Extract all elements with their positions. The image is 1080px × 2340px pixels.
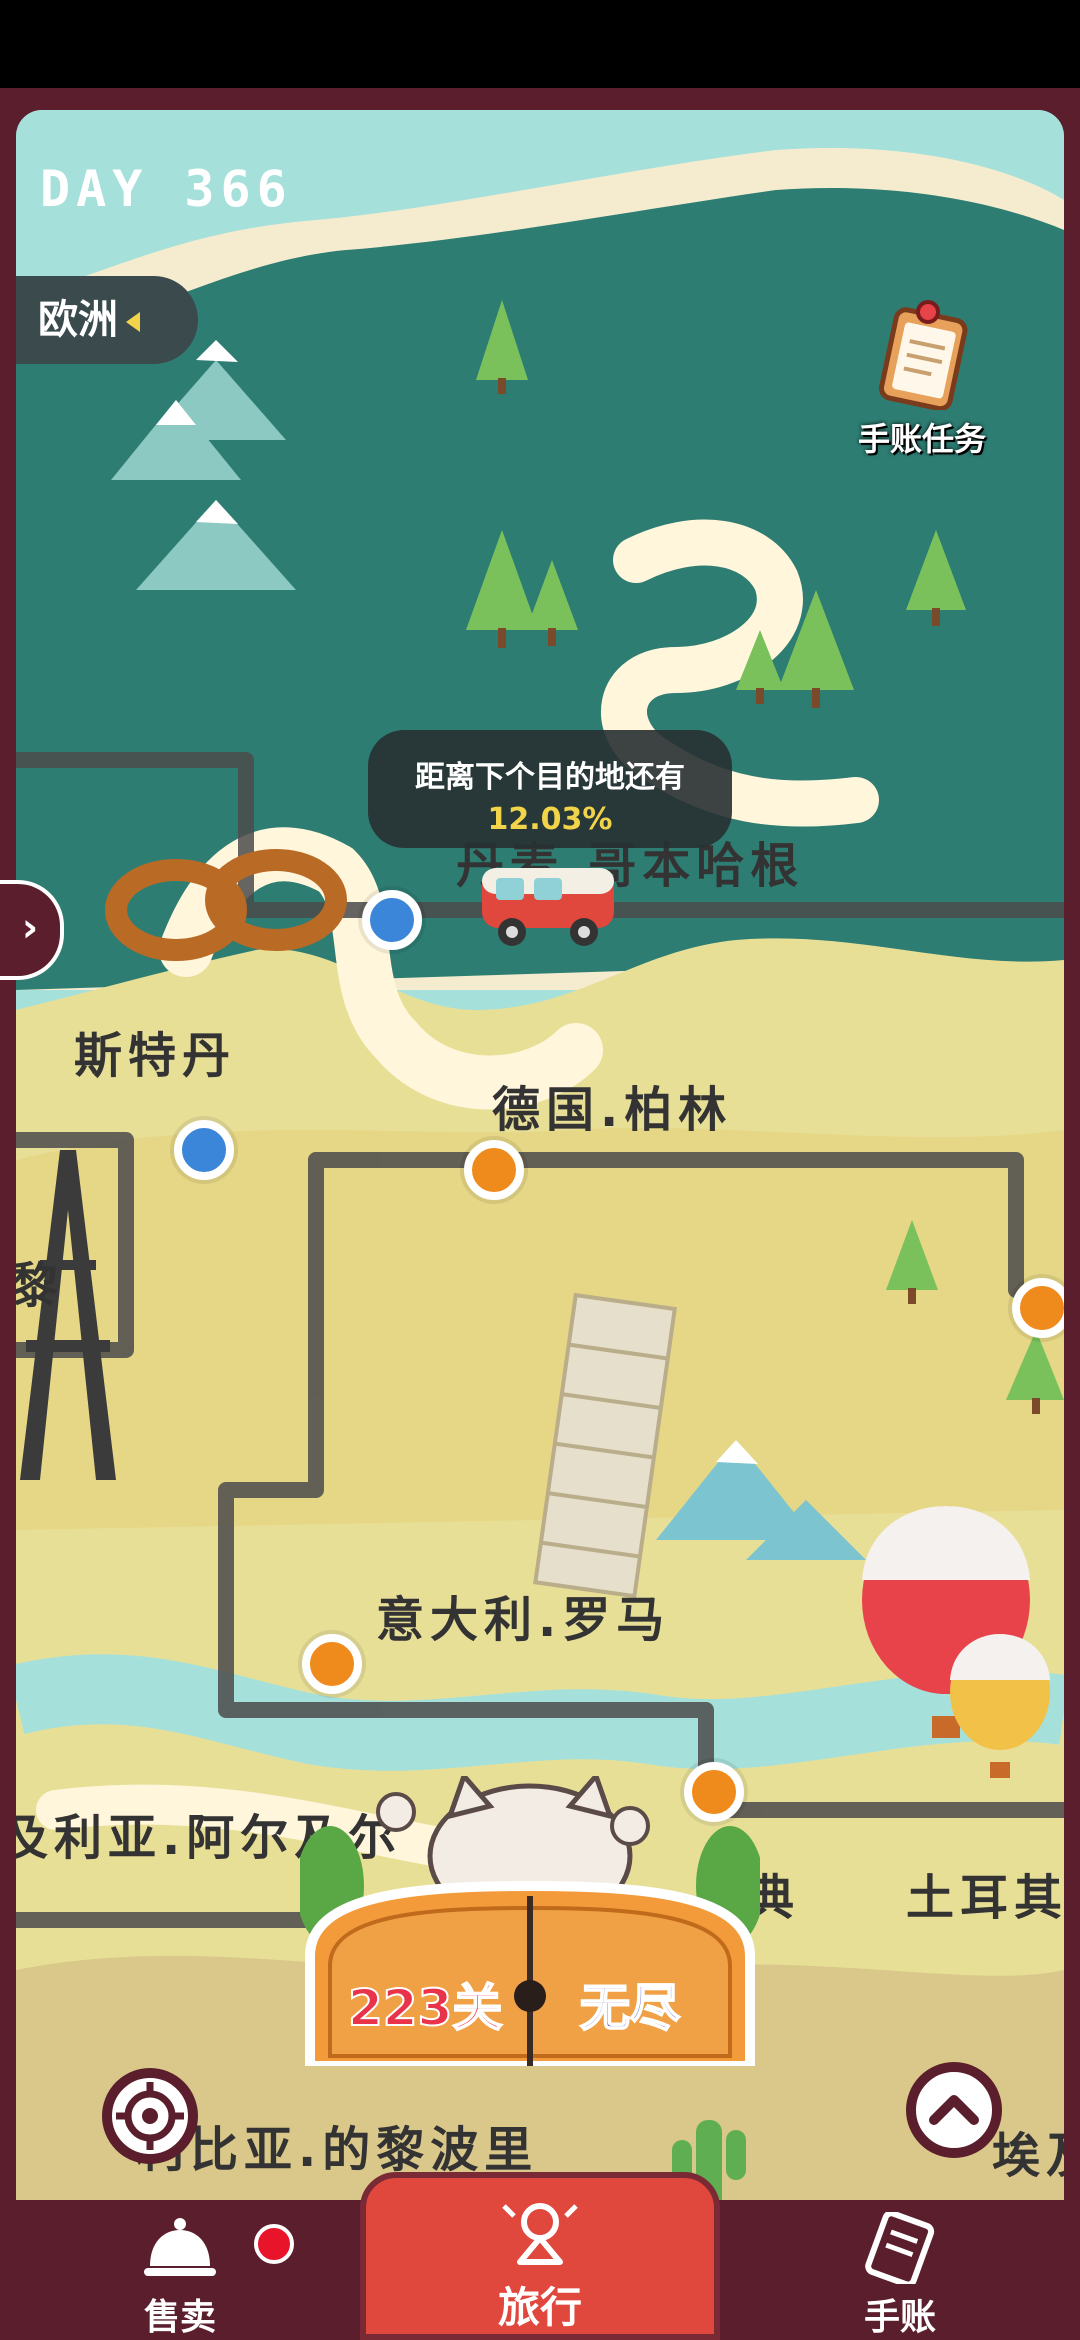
nav-sell[interactable]: 售卖 [110,2200,250,2340]
map-node-visited[interactable] [174,1120,234,1180]
clipboard-icon [878,300,968,412]
mode-selector: 223关 无尽 [300,1776,760,2066]
nav-travel-label: 旅行 [497,2283,582,2332]
progress-tooltip-text: 距离下个目的地还有 [415,760,685,795]
map-node-destination[interactable] [1012,1278,1064,1338]
region-selector[interactable]: 欧洲 [16,276,198,364]
map-node-destination[interactable] [302,1634,362,1694]
city-label-amsterdam: 斯特丹 [74,1028,237,1084]
journal-task-label: 手账任务 [857,420,986,458]
map-node-destination[interactable] [464,1140,524,1200]
caret-left-icon [126,312,140,332]
service-bell-icon [144,2218,216,2276]
journal-task-button[interactable]: 手账任务 [842,300,1002,460]
notebook-icon [865,2210,935,2288]
progress-tooltip: 距离下个目的地还有 12.03% [368,730,732,848]
notification-dot [254,2224,294,2264]
progress-percent: 12.03% [487,802,613,837]
city-label-paris: 黎 [16,1258,65,1314]
locate-button[interactable] [102,2068,198,2164]
nav-journal[interactable]: 手账 [830,2200,970,2340]
nav-sell-label: 售卖 [143,2297,216,2338]
region-label: 欧洲 [38,297,118,343]
chevron-up-icon [929,2095,979,2125]
map-node-visited[interactable] [362,890,422,950]
nav-travel[interactable]: 旅行 [360,2172,720,2340]
levels-mode-button[interactable]: 223关 [347,1968,503,2040]
city-label-turkey: 土耳其 [906,1870,1064,1926]
chevron-right-icon: › [21,905,39,951]
endless-mode-button[interactable]: 无尽 [579,1968,681,2040]
camper-van-icon [482,868,614,946]
crosshair-icon [116,2082,184,2150]
status-bar [0,0,1080,88]
expand-up-button[interactable] [906,2062,1002,2158]
nav-journal-label: 手账 [863,2297,936,2338]
city-label-rome: 意大利.罗马 [376,1592,671,1648]
day-counter: DAY 366 [40,160,293,218]
travel-icon [502,2203,578,2265]
city-label-berlin: 德国.柏林 [492,1082,733,1138]
city-label-cairo: 埃及 [992,2128,1064,2184]
